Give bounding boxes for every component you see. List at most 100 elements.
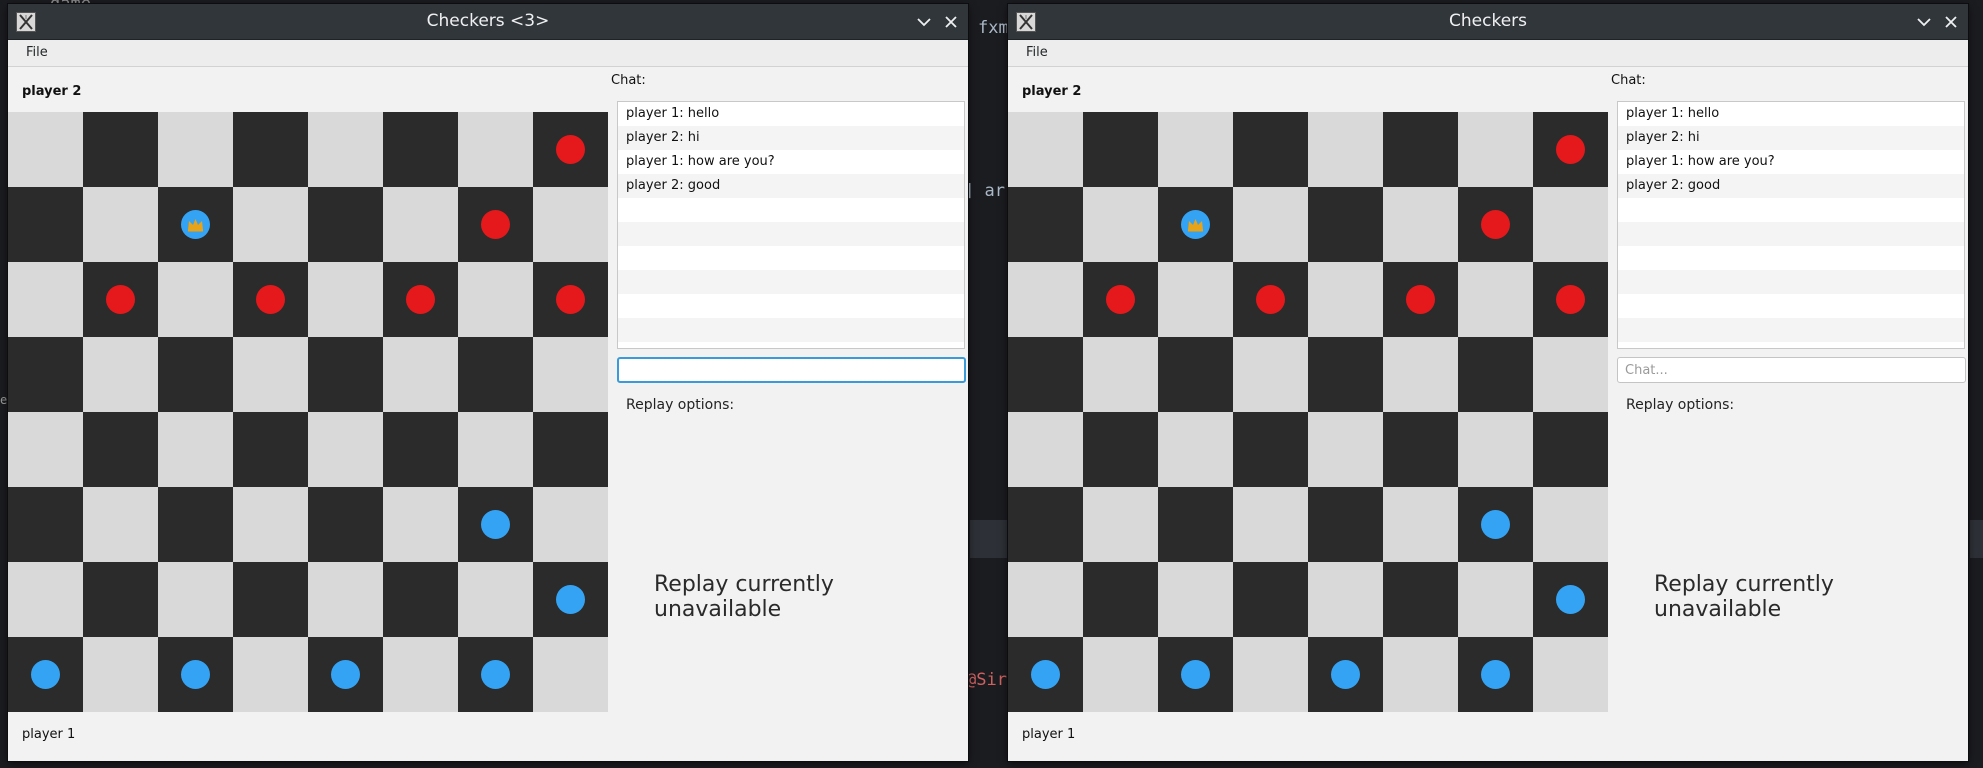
board-square-dark[interactable]: [308, 487, 383, 562]
board-square-light[interactable]: [233, 187, 308, 262]
board-square-light[interactable]: [8, 412, 83, 487]
red-piece[interactable]: [256, 285, 285, 314]
board-square-dark[interactable]: [1533, 262, 1608, 337]
board-square-dark[interactable]: [458, 337, 533, 412]
board-square-light[interactable]: [1308, 412, 1383, 487]
board-square-dark[interactable]: [1458, 337, 1533, 412]
board-square-light[interactable]: [1383, 337, 1458, 412]
board-square-light[interactable]: [383, 187, 458, 262]
board-square-light[interactable]: [1233, 337, 1308, 412]
red-piece[interactable]: [1481, 210, 1510, 239]
board-square-light[interactable]: [83, 187, 158, 262]
board-square-light[interactable]: [1158, 562, 1233, 637]
board-square-light[interactable]: [8, 262, 83, 337]
menu-file[interactable]: File: [26, 45, 48, 60]
board-square-dark[interactable]: [8, 337, 83, 412]
board-square-light[interactable]: [1383, 187, 1458, 262]
red-piece[interactable]: [1406, 285, 1435, 314]
close-icon[interactable]: [940, 11, 962, 33]
board-square-light[interactable]: [383, 337, 458, 412]
board-square-dark[interactable]: [1458, 487, 1533, 562]
board-square-light[interactable]: [1008, 112, 1083, 187]
board-square-dark[interactable]: [1458, 637, 1533, 712]
board-square-dark[interactable]: [83, 262, 158, 337]
minimize-icon[interactable]: [1913, 11, 1935, 33]
red-piece[interactable]: [1556, 135, 1585, 164]
board-square-light[interactable]: [1533, 187, 1608, 262]
board-square-light[interactable]: [1158, 412, 1233, 487]
board-square-light[interactable]: [1308, 112, 1383, 187]
board-square-dark[interactable]: [383, 562, 458, 637]
board-square-light[interactable]: [1233, 487, 1308, 562]
board-square-dark[interactable]: [158, 187, 233, 262]
board-square-light[interactable]: [458, 412, 533, 487]
board-square-dark[interactable]: [83, 412, 158, 487]
board-square-dark[interactable]: [1383, 262, 1458, 337]
board-square-dark[interactable]: [158, 337, 233, 412]
red-piece[interactable]: [556, 285, 585, 314]
chat-list[interactable]: player 1: hello player 2: hi player 1: h…: [1617, 101, 1965, 349]
blue-piece[interactable]: [1181, 660, 1210, 689]
blue-piece[interactable]: [1031, 660, 1060, 689]
board-square-dark[interactable]: [1083, 562, 1158, 637]
board-square-dark[interactable]: [1233, 112, 1308, 187]
board-square-dark[interactable]: [533, 112, 608, 187]
board-square-dark[interactable]: [1083, 262, 1158, 337]
board-square-light[interactable]: [383, 637, 458, 712]
board-square-dark[interactable]: [1083, 112, 1158, 187]
board-square-light[interactable]: [1083, 337, 1158, 412]
chat-input[interactable]: [1617, 357, 1966, 383]
board-square-dark[interactable]: [1008, 487, 1083, 562]
board-square-light[interactable]: [1533, 337, 1608, 412]
red-piece[interactable]: [1106, 285, 1135, 314]
board-square-light[interactable]: [8, 112, 83, 187]
chat-list[interactable]: player 1: hello player 2: hi player 1: h…: [617, 101, 965, 349]
board-square-dark[interactable]: [1158, 337, 1233, 412]
board-square-dark[interactable]: [1533, 562, 1608, 637]
board-square-dark[interactable]: [383, 412, 458, 487]
board-square-dark[interactable]: [1308, 637, 1383, 712]
board-square-dark[interactable]: [1308, 487, 1383, 562]
board-square-light[interactable]: [308, 112, 383, 187]
board-square-light[interactable]: [83, 637, 158, 712]
board-square-light[interactable]: [1533, 637, 1608, 712]
blue-piece-king[interactable]: [181, 210, 210, 239]
board-square-dark[interactable]: [233, 112, 308, 187]
blue-piece[interactable]: [1556, 585, 1585, 614]
menu-file[interactable]: File: [1026, 45, 1048, 60]
board-square-light[interactable]: [158, 562, 233, 637]
checkers-board[interactable]: [1008, 112, 1608, 712]
board-square-dark[interactable]: [233, 562, 308, 637]
board-square-light[interactable]: [1308, 562, 1383, 637]
board-square-light[interactable]: [533, 187, 608, 262]
board-square-dark[interactable]: [1158, 487, 1233, 562]
board-square-dark[interactable]: [1233, 262, 1308, 337]
board-square-dark[interactable]: [1458, 187, 1533, 262]
board-square-light[interactable]: [1008, 562, 1083, 637]
board-square-light[interactable]: [1458, 262, 1533, 337]
board-square-dark[interactable]: [233, 412, 308, 487]
blue-piece[interactable]: [31, 660, 60, 689]
board-square-dark[interactable]: [1308, 187, 1383, 262]
board-square-light[interactable]: [533, 637, 608, 712]
board-square-dark[interactable]: [1383, 412, 1458, 487]
board-square-light[interactable]: [8, 562, 83, 637]
board-square-dark[interactable]: [1008, 337, 1083, 412]
board-square-dark[interactable]: [308, 337, 383, 412]
close-icon[interactable]: [1940, 11, 1962, 33]
board-square-light[interactable]: [1083, 487, 1158, 562]
board-square-light[interactable]: [1158, 112, 1233, 187]
board-square-light[interactable]: [1083, 637, 1158, 712]
board-square-light[interactable]: [458, 262, 533, 337]
board-square-dark[interactable]: [383, 262, 458, 337]
board-square-light[interactable]: [308, 562, 383, 637]
board-square-dark[interactable]: [308, 637, 383, 712]
board-square-dark[interactable]: [8, 487, 83, 562]
red-piece[interactable]: [1256, 285, 1285, 314]
blue-piece[interactable]: [181, 660, 210, 689]
board-square-dark[interactable]: [1233, 412, 1308, 487]
blue-piece[interactable]: [481, 660, 510, 689]
blue-piece[interactable]: [1481, 660, 1510, 689]
blue-piece[interactable]: [481, 510, 510, 539]
board-square-dark[interactable]: [1533, 112, 1608, 187]
